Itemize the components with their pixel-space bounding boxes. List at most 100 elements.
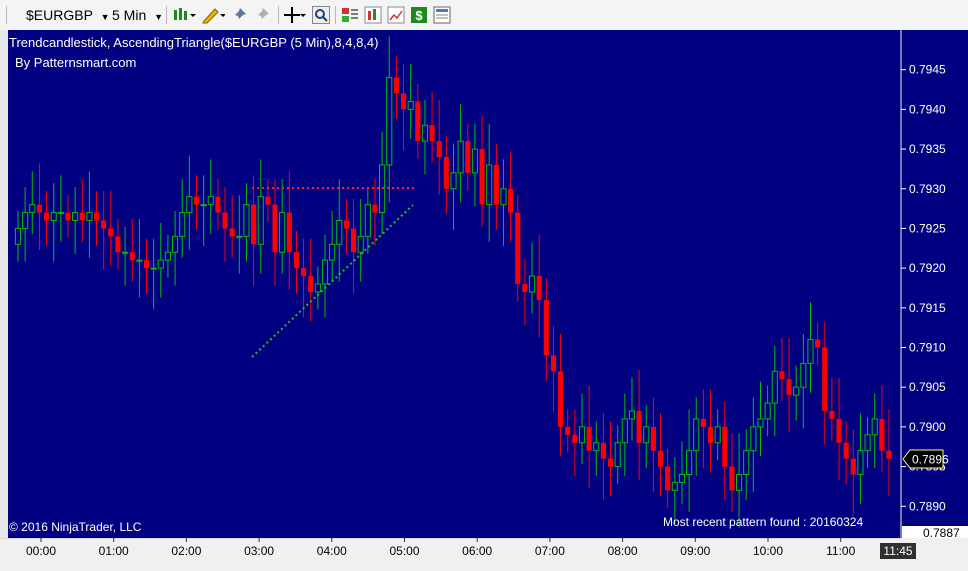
- candle-body-down: [293, 252, 300, 269]
- candle-body-up: [179, 212, 186, 237]
- candle-body-down: [429, 125, 435, 142]
- candle-body-up: [321, 259, 329, 285]
- candle-body-up: [86, 212, 93, 221]
- x-tick-label: 05:00: [389, 544, 419, 558]
- candle-body-down: [272, 204, 278, 253]
- candle-body-down: [786, 379, 792, 396]
- candle-body-down: [215, 196, 221, 213]
- zoom-icon[interactable]: [312, 6, 330, 24]
- candle-body-up: [793, 386, 800, 396]
- pin-icon[interactable]: [231, 6, 249, 24]
- chevron-down-icon: ▼: [154, 12, 164, 22]
- candle-body-up: [257, 196, 264, 245]
- pencil-draw-icon[interactable]: [201, 6, 225, 24]
- candle-body-down: [93, 212, 100, 221]
- dollar-icon[interactable]: $: [410, 6, 428, 24]
- x-axis: 00:00 01:00 02:00 03:00 04:00 05:00 06:00 07:00…: [0, 537, 968, 568]
- candle-body-up: [628, 410, 636, 420]
- pattern-note: Most recent pattern found : 20160324: [663, 515, 864, 529]
- bar-style-icon[interactable]: [172, 6, 196, 24]
- candle-body-up: [621, 418, 628, 444]
- candle-body-up: [157, 259, 164, 269]
- candle-body-up: [807, 339, 814, 364]
- last-price-marker: 0.7896: [902, 449, 949, 469]
- candle-body-down: [143, 260, 150, 269]
- candle-body-up: [122, 251, 129, 254]
- strategies-icon[interactable]: [364, 6, 382, 24]
- candle-body-up: [243, 204, 250, 237]
- toolbar-divider: [335, 6, 336, 24]
- chevron-down-icon: ▼: [100, 12, 110, 22]
- candle-body-up: [171, 235, 179, 253]
- candle-body-up: [407, 100, 414, 110]
- y-tick-label: 0.7905: [909, 380, 946, 394]
- chart-props-icon[interactable]: [387, 6, 405, 24]
- candle-body-up: [450, 172, 457, 190]
- candle-body-up: [164, 251, 171, 261]
- candle-body-up: [693, 418, 700, 452]
- candle-body-up: [207, 196, 214, 206]
- instrument-selector[interactable]: $EURGBP ▼: [26, 5, 109, 25]
- candle-body-down: [722, 426, 728, 467]
- x-tick-label: 01:00: [99, 544, 129, 558]
- candle-body-down: [229, 228, 235, 237]
- price-chart-panel[interactable]: 0.7945 0.7940 0.7935 0.7930 0.7925 0.7920 0.79…: [0, 30, 968, 540]
- copyright-label: © 2016 NinjaTrader, LLC: [9, 520, 142, 534]
- x-tick-label: 11:00: [826, 544, 855, 558]
- candle-body-down: [115, 236, 121, 253]
- pin-disabled-icon[interactable]: [254, 6, 272, 24]
- candle-body-down: [508, 188, 514, 213]
- candle-body-up: [336, 220, 343, 245]
- candle-body-down: [65, 212, 71, 221]
- candle-body-up: [500, 188, 507, 206]
- panel-icon[interactable]: [433, 6, 451, 24]
- y-tick-label: 0.7900: [909, 420, 946, 434]
- candle-body-up: [22, 212, 29, 229]
- candle-body-down: [657, 450, 664, 467]
- y-tick-label: 0.7920: [909, 261, 946, 275]
- interval-selector[interactable]: 5 Min ▼: [112, 5, 163, 25]
- svg-text:$: $: [415, 8, 423, 23]
- candle-body-down: [565, 426, 571, 435]
- y-tick-label: 0.7910: [909, 341, 946, 355]
- candle-body-down: [443, 157, 449, 189]
- x-tick-label: 04:00: [317, 544, 347, 558]
- candle-body-up: [750, 426, 757, 452]
- last-price-label: 0.7896: [912, 453, 949, 467]
- candle-body-down: [836, 418, 842, 443]
- indicators-icon[interactable]: [341, 6, 359, 24]
- x-tick-label: 02:00: [171, 544, 201, 558]
- x-tick-label: 07:00: [535, 544, 565, 558]
- candle-body-down: [550, 355, 557, 372]
- candle-body-down: [536, 276, 542, 300]
- crosshair-icon[interactable]: [284, 6, 306, 24]
- candle-body-down: [36, 204, 42, 213]
- candle-body-up: [771, 370, 778, 404]
- candle-body-down: [665, 466, 671, 491]
- x-tick-label: 10:00: [753, 544, 783, 558]
- candle-body-up: [386, 77, 393, 166]
- candle-body-down: [850, 458, 856, 475]
- chart-title: Trendcandlestick, AscendingTriangle($EUR…: [9, 35, 379, 50]
- candle-body-up: [457, 140, 464, 174]
- candle-body-down: [372, 204, 378, 213]
- candle-body-down: [522, 284, 528, 292]
- candle-body-up: [364, 204, 371, 237]
- candle-body-up: [136, 259, 143, 262]
- candle-body-up: [14, 227, 22, 245]
- candle-body-down: [650, 426, 656, 451]
- candle-body-down: [700, 418, 706, 427]
- candle-body-up: [736, 474, 743, 491]
- candle-body-up: [357, 235, 364, 253]
- candle-body-down: [636, 411, 642, 443]
- candle-body-up: [329, 243, 336, 261]
- candle-body-up: [29, 204, 36, 214]
- candle-body-up: [50, 212, 57, 221]
- candle-body-down: [493, 164, 499, 205]
- candle-body-up: [671, 481, 678, 491]
- price-chart[interactable]: 0.7945 0.7940 0.7935 0.7930 0.7925 0.7920 0.79…: [0, 30, 968, 540]
- candle-body-up: [871, 418, 878, 436]
- interval-label: 5 Min: [112, 7, 147, 23]
- candle-body-up: [314, 283, 321, 293]
- candle-body-up: [578, 426, 586, 444]
